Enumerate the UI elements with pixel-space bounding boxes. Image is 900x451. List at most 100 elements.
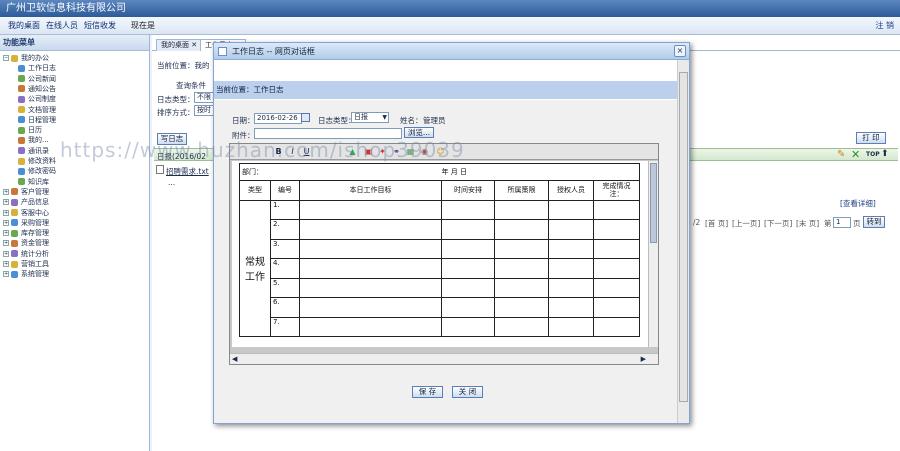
goal-cell[interactable] <box>299 277 442 298</box>
logout-link[interactable]: 注 销 <box>875 17 894 34</box>
completion-cell[interactable] <box>593 316 640 337</box>
scope-cell[interactable] <box>494 199 549 220</box>
dialog-log-type-select[interactable]: 日报 ▼ <box>351 112 389 123</box>
goal-cell[interactable] <box>299 238 442 259</box>
print-button[interactable]: 打 印 <box>856 132 886 144</box>
expand-icon[interactable]: + <box>3 188 9 195</box>
schedule-cell[interactable] <box>441 258 495 279</box>
completion-cell[interactable] <box>593 199 640 220</box>
sidebar-item[interactable]: + 统计分析 <box>3 249 49 259</box>
editor-horizontal-scrollbar[interactable]: ◀ ▶ <box>230 353 658 364</box>
sidebar-item[interactable]: 日历 <box>18 125 42 135</box>
collapse-icon[interactable]: − <box>3 55 9 61</box>
schedule-cell[interactable] <box>441 219 495 240</box>
sidebar-item[interactable]: 公司新闻 <box>18 74 56 84</box>
completion-cell[interactable] <box>593 238 640 259</box>
expand-icon[interactable]: + <box>3 250 9 257</box>
go-page-button[interactable]: 转到 <box>863 216 885 228</box>
authorized-cell[interactable] <box>548 199 594 220</box>
scope-cell[interactable] <box>494 258 549 279</box>
date-input[interactable]: 2016-02-26 <box>254 113 302 124</box>
editor-scroll-thumb[interactable] <box>650 163 657 243</box>
expand-icon[interactable]: + <box>3 240 9 247</box>
pager-prev[interactable]: [上一页] <box>732 218 760 229</box>
authorized-cell[interactable] <box>548 238 594 259</box>
authorized-cell[interactable] <box>548 258 594 279</box>
schedule-cell[interactable] <box>441 238 495 259</box>
menu-home[interactable]: 我的桌面 <box>8 17 40 34</box>
completion-cell[interactable] <box>593 277 640 298</box>
sidebar-item[interactable]: 公司制度 <box>18 94 56 104</box>
goal-cell[interactable] <box>299 199 442 220</box>
sidebar-item[interactable]: + 采购管理 <box>3 218 49 228</box>
dialog-scroll-thumb[interactable] <box>679 72 688 402</box>
schedule-cell[interactable] <box>441 199 495 220</box>
schedule-cell[interactable] <box>441 277 495 298</box>
scope-cell[interactable] <box>494 219 549 240</box>
sidebar-item[interactable]: + 客服中心 <box>3 208 49 218</box>
pager-last[interactable]: [末 页] <box>796 218 819 229</box>
close-button[interactable]: 关 闭 <box>452 386 483 398</box>
expand-icon[interactable]: + <box>3 199 9 206</box>
edit-icon[interactable]: ✎ <box>837 149 845 160</box>
browse-button[interactable]: 浏览... <box>404 127 434 138</box>
sidebar-item[interactable]: + 库存管理 <box>3 228 49 238</box>
completion-cell[interactable] <box>593 219 640 240</box>
schedule-cell[interactable] <box>441 316 495 337</box>
sort-select[interactable]: 按时 <box>194 105 214 116</box>
sidebar-item[interactable]: 知识库 <box>18 177 49 187</box>
save-button[interactable]: 保 存 <box>412 386 443 398</box>
scope-cell[interactable] <box>494 297 549 318</box>
sidebar-item[interactable]: 修改密码 <box>18 166 56 176</box>
expand-icon[interactable]: + <box>3 261 9 267</box>
authorized-cell[interactable] <box>548 277 594 298</box>
goal-cell[interactable] <box>299 219 442 240</box>
schedule-cell[interactable] <box>441 297 495 318</box>
scroll-left-icon[interactable]: ◀ <box>232 355 237 363</box>
editor-vertical-scrollbar[interactable] <box>648 161 658 347</box>
attachment-link[interactable]: 招聘需求.txt <box>166 166 209 177</box>
sidebar-item[interactable]: − 我的办公 <box>3 53 49 63</box>
sidebar-item[interactable]: 通讯录 <box>18 146 49 156</box>
dialog-title-bar[interactable]: 工作日志 -- 网页对话框 × <box>214 43 689 60</box>
menu-online-users[interactable]: 在线人员 <box>46 17 78 34</box>
goal-cell[interactable] <box>299 316 442 337</box>
sidebar-item[interactable]: + 产品信息 <box>3 197 49 207</box>
sidebar-item[interactable]: 文档管理 <box>18 105 56 115</box>
menu-messages[interactable]: 短信收发 <box>84 17 116 34</box>
sidebar-item[interactable]: + 营销工具 <box>3 259 49 269</box>
goal-cell[interactable] <box>299 258 442 279</box>
completion-cell[interactable] <box>593 258 640 279</box>
sidebar-item[interactable]: + 系统管理 <box>3 269 49 279</box>
scope-cell[interactable] <box>494 238 549 259</box>
expand-icon[interactable]: + <box>3 209 9 216</box>
completion-cell[interactable] <box>593 297 640 318</box>
sidebar-item[interactable]: 我的... <box>18 135 49 145</box>
view-detail-link[interactable]: [查看详细] <box>840 198 876 209</box>
authorized-cell[interactable] <box>548 219 594 240</box>
pager-first[interactable]: [首 页] <box>705 218 728 229</box>
dialog-vertical-scrollbar[interactable] <box>677 60 689 423</box>
tab-desktop[interactable]: 我的桌面 ✕ <box>156 39 203 51</box>
scroll-right-icon[interactable]: ▶ <box>641 355 646 363</box>
sidebar-item[interactable]: + 资金管理 <box>3 238 49 248</box>
log-type-filter[interactable]: 不限 <box>194 92 214 103</box>
arrow-up-icon[interactable]: ⬆ <box>881 149 889 159</box>
page-number-input[interactable]: 1 <box>833 217 851 228</box>
sidebar-item[interactable]: 工作日志 <box>18 63 56 73</box>
sidebar-item[interactable]: + 客户管理 <box>3 187 49 197</box>
scope-cell[interactable] <box>494 316 549 337</box>
sidebar-item[interactable]: 修改资料 <box>18 156 56 166</box>
expand-icon[interactable]: + <box>3 219 9 226</box>
expand-icon[interactable]: + <box>3 230 9 237</box>
sidebar-item[interactable]: 日程管理 <box>18 115 56 125</box>
sidebar-item[interactable]: 通知公告 <box>18 84 56 94</box>
expand-icon[interactable]: + <box>3 271 9 278</box>
editor-content[interactable]: 部门： 年 月 日 类型 编号 本日工作目标 时间安排 所属策限 授权人员 完成… <box>232 161 650 347</box>
delete-icon[interactable]: ✕ <box>851 148 860 161</box>
dialog-close-button[interactable]: × <box>674 45 686 57</box>
authorized-cell[interactable] <box>548 297 594 318</box>
scope-cell[interactable] <box>494 277 549 298</box>
goal-cell[interactable] <box>299 297 442 318</box>
calendar-icon[interactable] <box>301 113 310 122</box>
